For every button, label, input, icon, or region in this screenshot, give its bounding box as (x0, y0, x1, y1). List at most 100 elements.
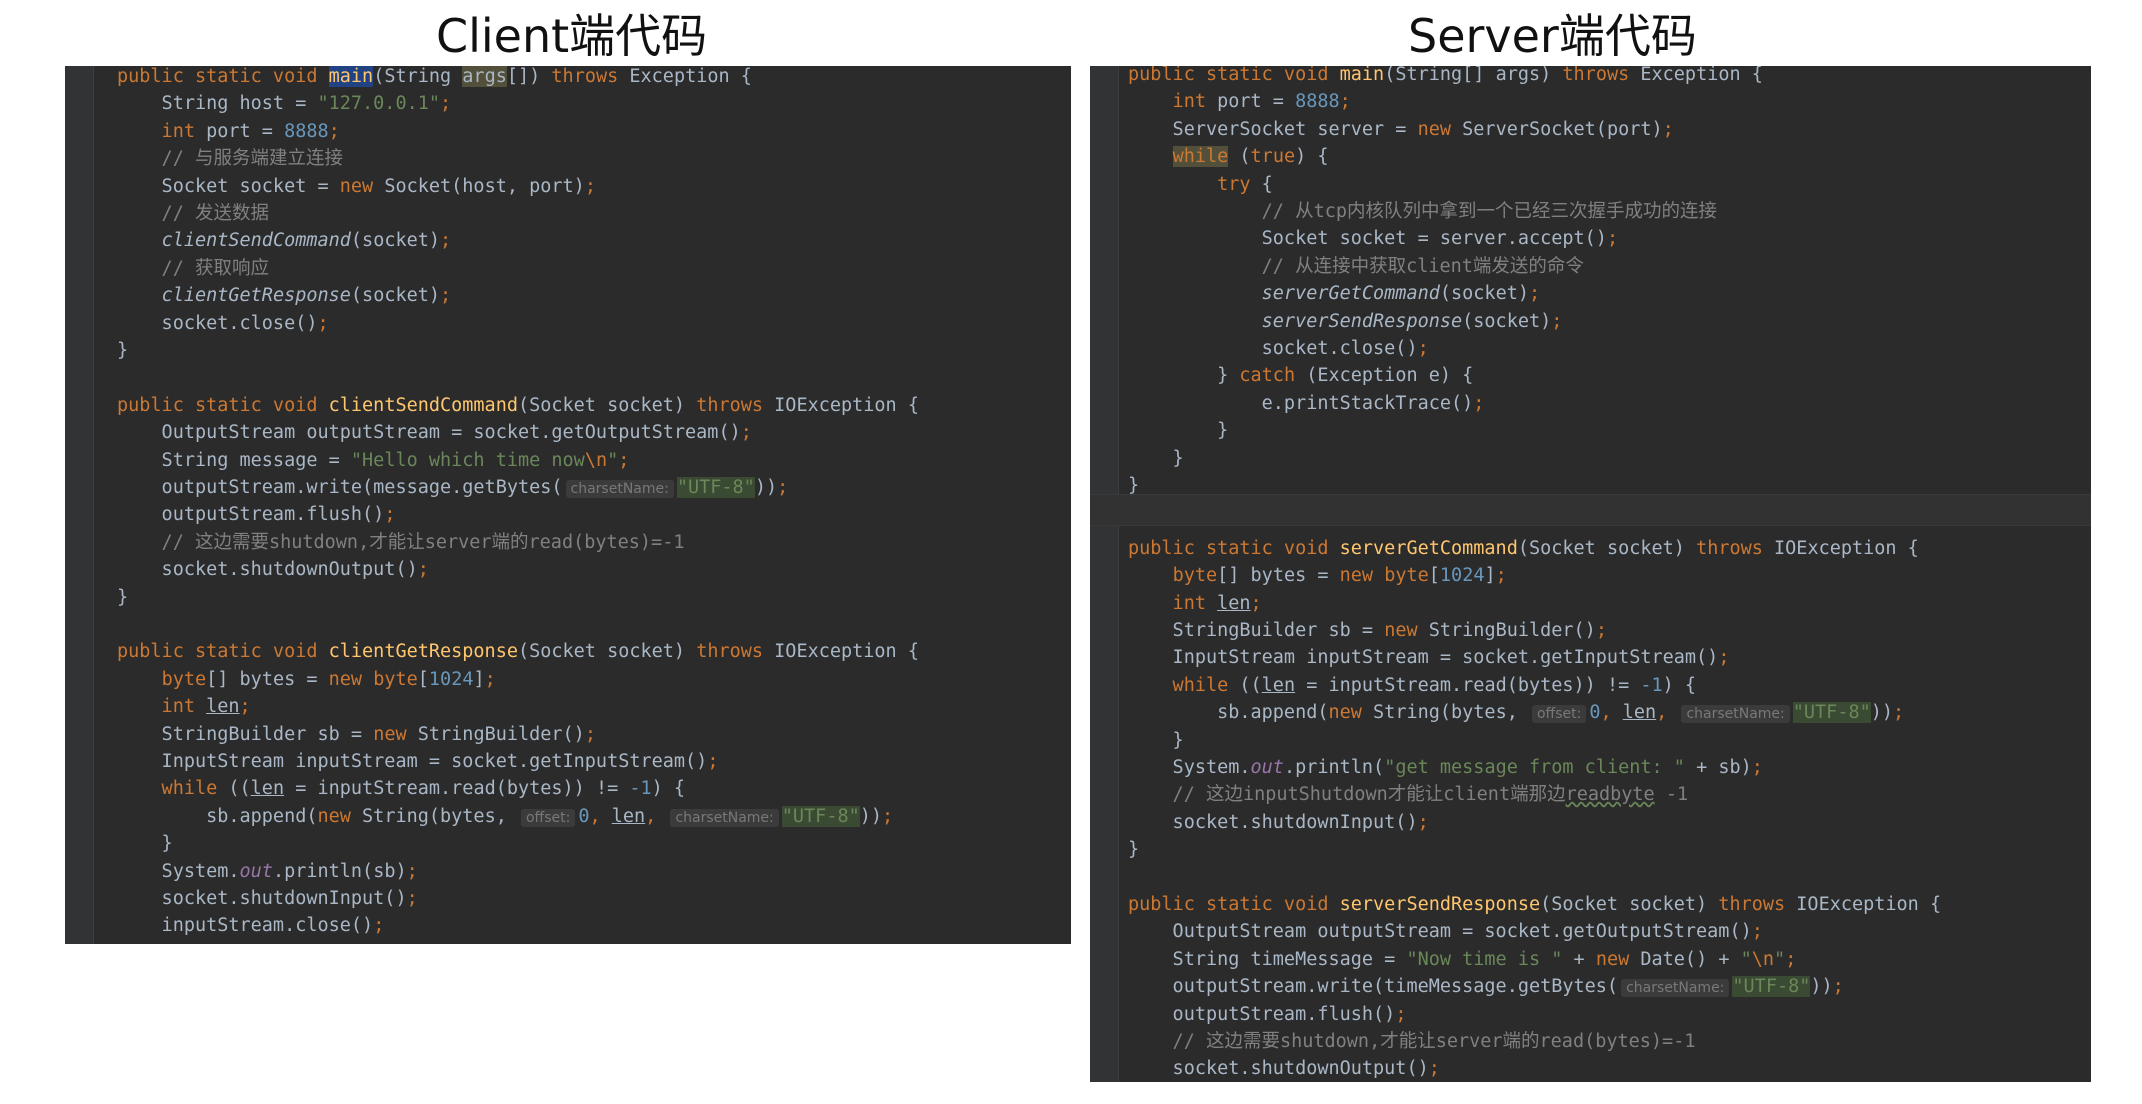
code-token: args (462, 66, 507, 87)
code-token: len (611, 806, 646, 827)
parameter-hint: charsetName: (1621, 979, 1730, 997)
code-token: Socket(host, port) (384, 176, 585, 197)
code-token: String(bytes, (362, 806, 518, 827)
code-token: outputStream.flush() (117, 504, 385, 525)
code-token: OutputStream outputStream = socket.getOu… (1128, 921, 1752, 942)
code-token: ; (417, 559, 429, 580)
client-code-line: System.out.println(sb); (117, 858, 418, 885)
code-token: catch (1239, 365, 1307, 386)
code-token: ; (707, 751, 719, 772)
server-code-line: Socket socket = server.accept(); (1128, 225, 1618, 252)
code-token: sb.append( (117, 806, 318, 827)
code-token: new (317, 806, 363, 827)
code-token: outputStream.write(message.getBytes( (117, 477, 563, 498)
server-code-line: try { (1128, 171, 1273, 198)
code-token: // 与服务端建立连接 (117, 148, 343, 169)
server-code-line: // 从tcp内核队列中拿到一个已经三次握手成功的连接 (1128, 198, 1717, 225)
code-token: StringBuilder() (417, 724, 585, 745)
client-code-line: String host = "127.0.0.1"; (117, 90, 452, 117)
code-token: ; (440, 230, 452, 251)
code-token: true (1250, 146, 1296, 167)
server-editor-gutter (1090, 66, 1119, 1082)
code-token: [ (417, 669, 429, 690)
server-code-line: } (1128, 836, 1139, 863)
code-token: len (1622, 702, 1657, 723)
server-code-line: socket.shutdownInput(); (1128, 809, 1429, 836)
code-token: "Hello which time now (350, 450, 585, 471)
code-token: StringBuilder sb = (1128, 620, 1385, 641)
code-token: = inputStream.read(bytes)) != (284, 778, 630, 799)
code-token: socket.shutdownOutput() (1128, 1058, 1429, 1079)
code-token: new (1339, 565, 1385, 586)
code-token: clientGetResponse (328, 641, 518, 662)
code-token: new (1328, 702, 1374, 723)
code-token: "Now time is " (1406, 949, 1563, 970)
code-token: Socket socket = (117, 176, 340, 197)
code-token: len (1261, 675, 1296, 696)
code-token: 8888 (284, 121, 329, 142)
server-code-line: outputStream.write(timeMessage.getBytes(… (1128, 973, 1844, 1000)
code-token: ; (239, 696, 251, 717)
code-token: ; (740, 422, 752, 443)
code-token: new (1595, 949, 1641, 970)
code-token: serverGetCommand (1339, 538, 1518, 559)
code-token: ; (1395, 1004, 1407, 1025)
code-token: sb.append( (1128, 702, 1329, 723)
code-token: ( (1228, 146, 1251, 167)
client-code-line: public static void clientGetResponse(Soc… (117, 638, 919, 665)
server-code-line: sb.append(new String(bytes, offset: 0, le… (1128, 699, 1904, 726)
code-token: 0 (1589, 702, 1601, 723)
code-token: } (1128, 365, 1240, 386)
code-token: throws (551, 66, 630, 87)
server-code-line: // 这边inputShutdown才能让client端那边readbyte -… (1128, 781, 1689, 808)
code-token: ] (473, 669, 485, 690)
code-token: "UTF-8" (676, 477, 755, 498)
code-token: port = (206, 121, 285, 142)
code-token: outputStream.write(timeMessage.getBytes( (1128, 976, 1619, 997)
code-token: try (1128, 174, 1262, 195)
server-code-line: } (1128, 472, 1139, 499)
code-token: " (607, 450, 619, 471)
code-token: clientSendCommand (161, 230, 351, 251)
code-token: } (117, 587, 129, 608)
client-code-line: byte[] bytes = new byte[1024]; (117, 666, 496, 693)
code-token: (( (1239, 675, 1262, 696)
code-token: public static void (1128, 66, 1340, 85)
code-token: = inputStream.read(bytes)) != (1295, 675, 1641, 696)
code-token: ; (1718, 647, 1730, 668)
client-code-line: socket.shutdownInput(); (117, 885, 418, 912)
code-token: 8888 (1295, 91, 1340, 112)
code-token: ; (1751, 757, 1763, 778)
code-token: ) { (651, 778, 686, 799)
code-token: while (1172, 146, 1229, 167)
code-token: " (1774, 949, 1786, 970)
code-token: throws (1696, 538, 1775, 559)
code-token: new (339, 176, 385, 197)
code-token: ; (1428, 1058, 1440, 1079)
client-code-editor[interactable]: public static void main(String args[]) t… (65, 66, 1071, 944)
server-code-line: serverGetCommand(socket); (1128, 280, 1540, 307)
server-code-editor[interactable]: public static void main(String[] args) t… (1090, 66, 2091, 1082)
code-token: serverSendResponse (1261, 311, 1463, 332)
server-code-line: while ((len = inputStream.read(bytes)) !… (1128, 672, 1697, 699)
code-token: while (117, 778, 229, 799)
code-token: (Exception e) { (1306, 365, 1474, 386)
code-token: + sb) (1684, 757, 1752, 778)
code-token: 0 (578, 806, 590, 827)
code-token: , (1656, 702, 1679, 723)
code-token: int (117, 696, 207, 717)
code-token: socket.shutdownOutput() (117, 559, 418, 580)
code-token: [] bytes = (1217, 565, 1340, 586)
code-token: -1 (629, 778, 652, 799)
parameter-hint: offset: (1531, 705, 1587, 723)
client-code-line: // 获取响应 (117, 255, 269, 282)
server-code-line: StringBuilder sb = new StringBuilder(); (1128, 617, 1607, 644)
code-token: InputStream inputStream = socket.getInpu… (117, 751, 708, 772)
code-token: Socket socket = server.accept() (1128, 228, 1607, 249)
server-code-line: // 这边需要shutdown,才能让server端的read(bytes)=-… (1128, 1028, 1696, 1055)
code-token: System. (117, 861, 240, 882)
client-code-line: StringBuilder sb = new StringBuilder(); (117, 721, 596, 748)
